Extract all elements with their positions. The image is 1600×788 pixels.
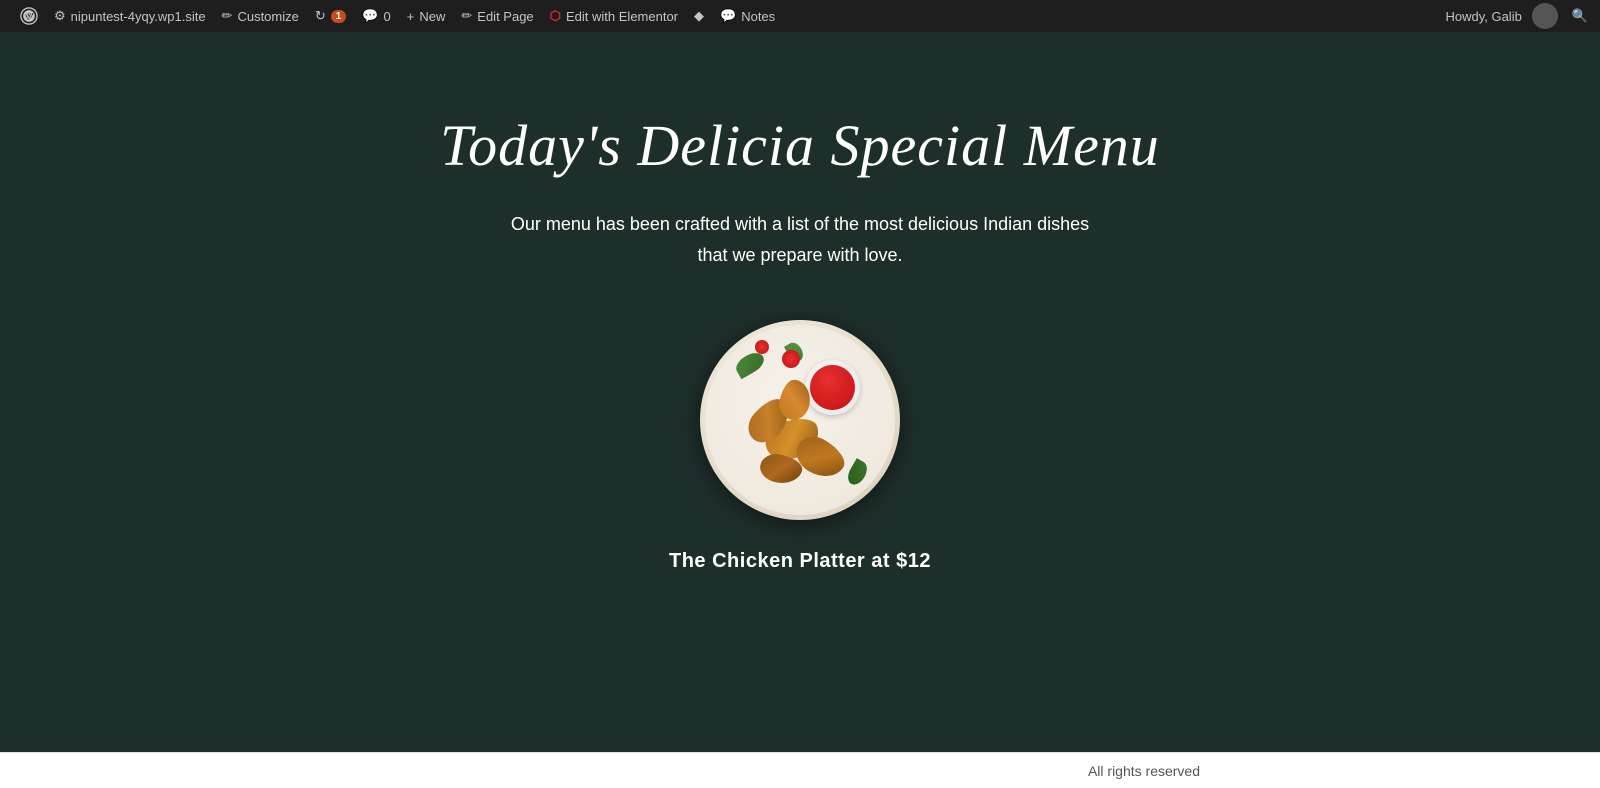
site-url-label: nipuntest-4yqy.wp1.site xyxy=(71,9,206,24)
dish-label: The Chicken Platter at $12 xyxy=(669,550,931,573)
tomato-decoration xyxy=(782,350,800,368)
user-avatar[interactable] xyxy=(1532,3,1558,29)
updates-icon: ↻ xyxy=(315,8,326,24)
admin-bar-right: Howdy, Galib 🔍 xyxy=(1445,3,1588,29)
notes-icon: 💬 xyxy=(720,8,736,24)
customize-button[interactable]: ✏ Customize xyxy=(214,0,307,32)
subtitle-line2: that we prepare with love. xyxy=(697,245,902,265)
tomato-decoration xyxy=(755,340,769,354)
diamond-button[interactable]: ◆ xyxy=(686,0,712,32)
site-name-button[interactable]: ⚙ nipuntest-4yqy.wp1.site xyxy=(46,0,214,32)
diamond-icon: ◆ xyxy=(694,8,704,24)
elementor-label: Edit with Elementor xyxy=(566,9,678,24)
updates-button[interactable]: ↻ 1 xyxy=(307,0,354,32)
footer: All rights reserved xyxy=(0,752,1600,788)
comments-button[interactable]: 💬 0 xyxy=(354,0,398,32)
customize-label: Customize xyxy=(237,9,298,24)
customize-icon: ✏ xyxy=(222,8,233,24)
new-icon: + xyxy=(407,9,415,24)
site-icon: ⚙ xyxy=(54,8,66,24)
new-label: New xyxy=(419,9,445,24)
edit-page-button[interactable]: ✏ Edit Page xyxy=(453,0,541,32)
notes-button[interactable]: 💬 Notes xyxy=(712,0,783,32)
updates-badge: 1 xyxy=(331,10,347,23)
page-title: Today's Delicia Special Menu xyxy=(440,112,1160,179)
dish-container: The Chicken Platter at $12 xyxy=(669,320,931,573)
wp-logo-button[interactable] xyxy=(12,0,46,32)
leaf-decoration xyxy=(844,458,870,488)
comments-icon: 💬 xyxy=(362,8,378,24)
elementor-icon: ⬡ xyxy=(550,8,561,24)
search-icon[interactable]: 🔍 xyxy=(1572,8,1588,24)
elementor-button[interactable]: ⬡ Edit with Elementor xyxy=(542,0,686,32)
comments-count: 0 xyxy=(384,9,391,24)
sauce-inner xyxy=(810,365,855,410)
edit-page-icon: ✏ xyxy=(461,8,472,24)
plate-inner xyxy=(705,325,895,515)
main-content: Today's Delicia Special Menu Our menu ha… xyxy=(0,32,1600,752)
sauce-bowl xyxy=(805,360,860,415)
subtitle-line1: Our menu has been crafted with a list of… xyxy=(511,214,1089,234)
dish-plate xyxy=(700,320,900,520)
page-subtitle: Our menu has been crafted with a list of… xyxy=(511,209,1089,270)
new-button[interactable]: + New xyxy=(399,0,454,32)
edit-page-label: Edit Page xyxy=(477,9,533,24)
footer-text: All rights reserved xyxy=(1088,763,1200,779)
notes-label: Notes xyxy=(741,9,775,24)
admin-bar: ⚙ nipuntest-4yqy.wp1.site ✏ Customize ↻ … xyxy=(0,0,1600,32)
howdy-label: Howdy, Galib xyxy=(1445,9,1521,24)
admin-bar-left: ⚙ nipuntest-4yqy.wp1.site ✏ Customize ↻ … xyxy=(12,0,783,32)
